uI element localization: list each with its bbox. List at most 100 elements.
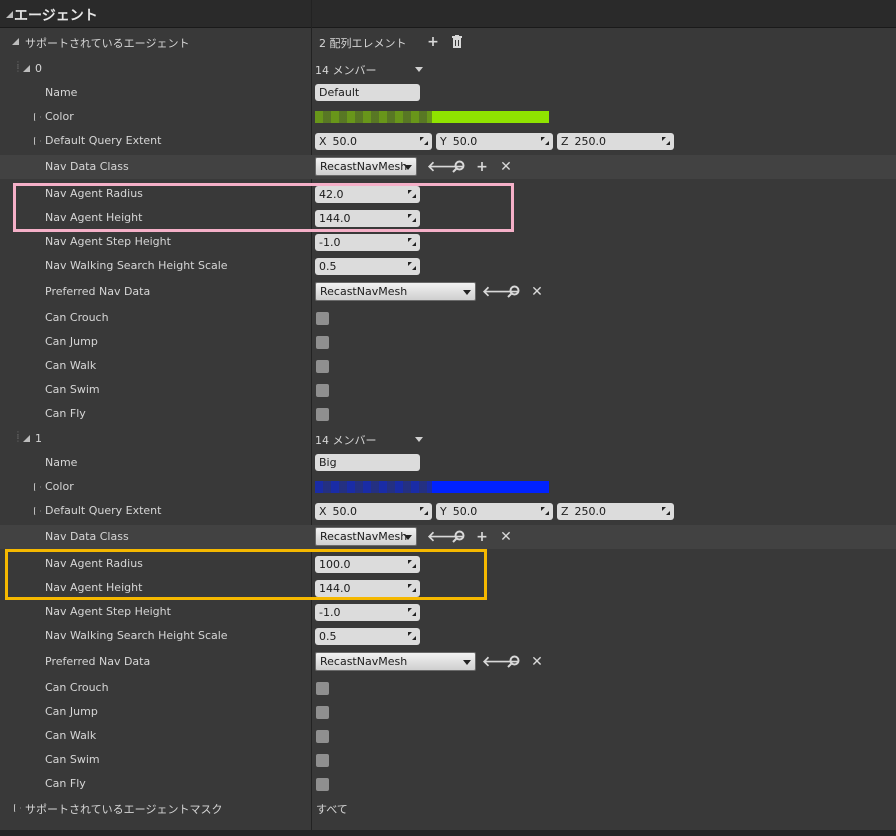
spin-drag-icon[interactable] [408, 608, 416, 616]
expand-triangle-icon[interactable] [23, 435, 30, 442]
agent-radius-field[interactable]: 100.0 [315, 556, 420, 573]
nav-data-class-select[interactable]: RecastNavMesh [315, 157, 417, 176]
search-icon[interactable] [506, 285, 520, 299]
spin-drag-icon[interactable] [420, 507, 428, 515]
name-row: Name Big [0, 451, 896, 475]
collapse-triangle-icon[interactable] [34, 137, 41, 145]
color-solid-preview [432, 481, 549, 493]
color-alpha-preview [315, 111, 432, 123]
collapse-triangle-icon[interactable] [14, 804, 21, 812]
can-fly-checkbox[interactable] [316, 408, 329, 421]
plus-icon[interactable]: + [426, 35, 440, 49]
can-walk-row: Can Walk [0, 724, 896, 748]
color-swatch[interactable] [315, 481, 549, 493]
search-height-scale-label: Nav Walking Search Height Scale [45, 259, 228, 272]
extent-z-field[interactable]: Z 250.0 [557, 133, 674, 150]
preferred-nav-data-label: Preferred Nav Data [45, 655, 151, 668]
spin-drag-icon[interactable] [662, 137, 670, 145]
expand-triangle-icon[interactable] [6, 11, 13, 18]
extent-z-field[interactable]: Z 250.0 [557, 503, 674, 520]
trash-icon[interactable] [450, 35, 464, 49]
use-selected-arrow-icon[interactable]: 🡐 [482, 285, 520, 299]
can-crouch-checkbox[interactable] [316, 682, 329, 695]
spin-drag-icon[interactable] [408, 262, 416, 270]
color-alpha-preview [315, 481, 432, 493]
member-count: 14 メンバー [315, 64, 377, 77]
can-walk-checkbox[interactable] [316, 730, 329, 743]
collapse-triangle-icon[interactable] [34, 113, 41, 121]
agent-radius-label: Nav Agent Radius [45, 557, 143, 570]
color-label: Color [45, 110, 74, 123]
plus-icon[interactable]: + [475, 530, 489, 544]
can-jump-row: Can Jump [0, 700, 896, 724]
agent-mask-label: サポートされているエージェントマスク [25, 803, 223, 816]
search-height-scale-field[interactable]: 0.5 [315, 628, 420, 645]
close-icon[interactable]: ✕ [530, 285, 544, 299]
can-jump-checkbox[interactable] [316, 336, 329, 349]
collapse-triangle-icon[interactable] [34, 483, 41, 491]
chevron-down-icon[interactable] [415, 437, 423, 442]
name-input[interactable]: Big [315, 454, 420, 471]
can-fly-label: Can Fly [45, 777, 86, 790]
expand-triangle-icon[interactable] [23, 65, 30, 72]
spin-drag-icon[interactable] [408, 214, 416, 222]
spin-drag-icon[interactable] [408, 632, 416, 640]
agent-height-field[interactable]: 144.0 [315, 580, 420, 597]
can-walk-checkbox[interactable] [316, 360, 329, 373]
agent-height-field[interactable]: 144.0 [315, 210, 420, 227]
step-height-field[interactable]: -1.0 [315, 604, 420, 621]
can-swim-checkbox[interactable] [316, 384, 329, 397]
extent-x-field[interactable]: X 50.0 [315, 503, 432, 520]
plus-icon[interactable]: + [475, 160, 489, 174]
chevron-down-icon [463, 290, 471, 295]
nav-data-class-select[interactable]: RecastNavMesh [315, 527, 417, 546]
step-height-field[interactable]: -1.0 [315, 234, 420, 251]
preferred-nav-data-select[interactable]: RecastNavMesh [315, 282, 476, 301]
search-icon[interactable] [451, 530, 465, 544]
can-fly-label: Can Fly [45, 407, 86, 420]
drag-handle-icon[interactable]: ⋮ ⋮ [14, 61, 22, 75]
can-crouch-checkbox[interactable] [316, 312, 329, 325]
nav-data-class-row: Nav Data Class RecastNavMesh 🡐 + ✕ [0, 525, 896, 549]
use-selected-arrow-icon[interactable]: 🡐 [427, 160, 465, 174]
agent-element-row: ⋮ ⋮ 0 14 メンバー [0, 57, 896, 81]
can-fly-checkbox[interactable] [316, 778, 329, 791]
preferred-nav-data-select[interactable]: RecastNavMesh [315, 652, 476, 671]
chevron-down-icon[interactable] [415, 67, 423, 72]
extent-y-field[interactable]: Y 50.0 [436, 503, 553, 520]
can-swim-row: Can Swim [0, 748, 896, 772]
spin-drag-icon[interactable] [662, 507, 670, 515]
spin-drag-icon[interactable] [541, 507, 549, 515]
close-icon[interactable]: ✕ [499, 160, 513, 174]
collapse-triangle-icon[interactable] [34, 507, 41, 515]
close-icon[interactable]: ✕ [499, 530, 513, 544]
spin-drag-icon[interactable] [408, 190, 416, 198]
can-fly-row: Can Fly [0, 402, 896, 426]
spin-drag-icon[interactable] [408, 584, 416, 592]
use-selected-arrow-icon[interactable]: 🡐 [427, 530, 465, 544]
extent-x-field[interactable]: X 50.0 [315, 133, 432, 150]
spin-drag-icon[interactable] [420, 137, 428, 145]
spin-drag-icon[interactable] [408, 238, 416, 246]
search-height-scale-field[interactable]: 0.5 [315, 258, 420, 275]
spin-drag-icon[interactable] [408, 560, 416, 568]
name-input[interactable]: Default [315, 84, 420, 101]
extent-y-field[interactable]: Y 50.0 [436, 133, 553, 150]
can-jump-checkbox[interactable] [316, 706, 329, 719]
use-selected-arrow-icon[interactable]: 🡐 [482, 655, 520, 669]
element-index: 0 [35, 62, 42, 75]
search-icon[interactable] [451, 160, 465, 174]
expand-triangle-icon[interactable] [12, 38, 19, 45]
can-walk-label: Can Walk [45, 359, 97, 372]
can-swim-checkbox[interactable] [316, 754, 329, 767]
agent-radius-field[interactable]: 42.0 [315, 186, 420, 203]
agent-mask-value[interactable]: すべて [316, 801, 348, 817]
category-header[interactable]: エージェント [0, 0, 896, 28]
color-swatch[interactable] [315, 111, 549, 123]
supported-agents-row: サポートされているエージェント 2 配列エレメント + [0, 30, 896, 54]
can-walk-row: Can Walk [0, 354, 896, 378]
spin-drag-icon[interactable] [541, 137, 549, 145]
close-icon[interactable]: ✕ [530, 655, 544, 669]
search-icon[interactable] [506, 655, 520, 669]
drag-handle-icon[interactable]: ⋮ ⋮ [14, 431, 22, 445]
